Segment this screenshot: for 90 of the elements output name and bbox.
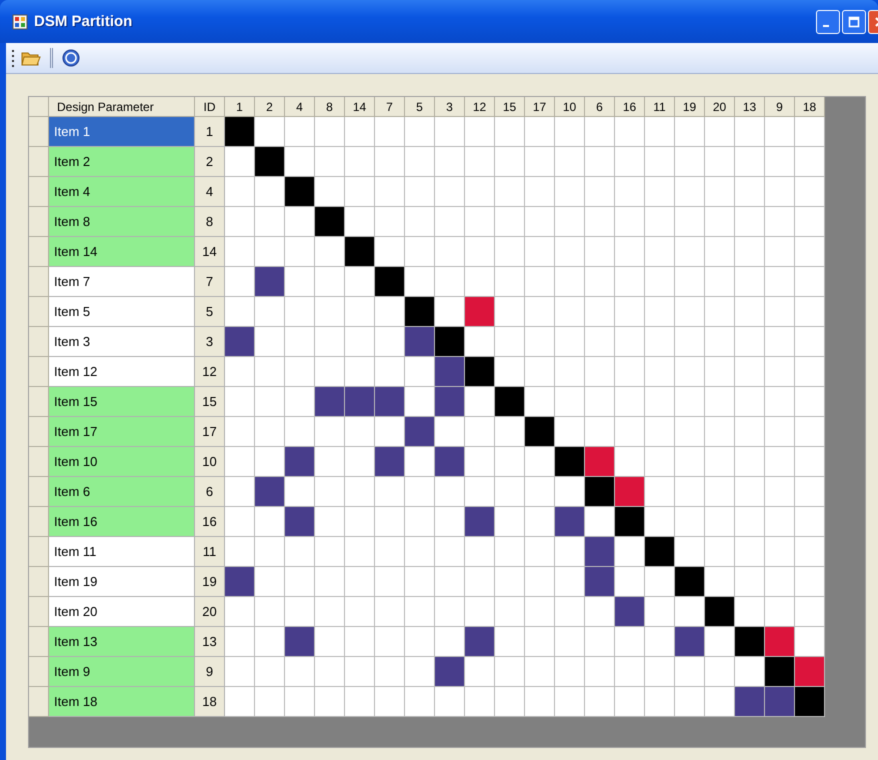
column-header[interactable]: 4 bbox=[285, 97, 315, 117]
table-cell: 16 bbox=[195, 507, 225, 537]
column-header[interactable]: 20 bbox=[705, 97, 735, 117]
row-header[interactable] bbox=[29, 627, 49, 657]
table-cell[interactable]: Item 2 bbox=[49, 147, 195, 177]
table-cell[interactable]: Item 5 bbox=[49, 297, 195, 327]
column-header[interactable]: Design Parameter bbox=[49, 97, 195, 117]
row-header[interactable] bbox=[29, 447, 49, 477]
table-cell[interactable]: Item 1 bbox=[49, 117, 195, 147]
table-cell: 6 bbox=[195, 477, 225, 507]
column-header[interactable]: 2 bbox=[255, 97, 285, 117]
row-header[interactable] bbox=[29, 297, 49, 327]
minimize-button[interactable] bbox=[816, 10, 840, 34]
table-cell: 18 bbox=[195, 687, 225, 717]
table-cell[interactable]: Item 14 bbox=[49, 237, 195, 267]
row-header[interactable] bbox=[29, 207, 49, 237]
column-header[interactable]: 9 bbox=[765, 97, 795, 117]
row-header[interactable] bbox=[29, 567, 49, 597]
table-cell: 20 bbox=[195, 597, 225, 627]
table-cell[interactable]: Item 17 bbox=[49, 417, 195, 447]
column-header[interactable]: 14 bbox=[345, 97, 375, 117]
table-cell: 11 bbox=[195, 537, 225, 567]
table-cell[interactable]: Item 10 bbox=[49, 447, 195, 477]
table-cell: 15 bbox=[195, 387, 225, 417]
column-header[interactable]: 12 bbox=[465, 97, 495, 117]
table-cell: 3 bbox=[195, 327, 225, 357]
table-cell: 9 bbox=[195, 657, 225, 687]
row-header[interactable] bbox=[29, 657, 49, 687]
column-header[interactable]: 8 bbox=[315, 97, 345, 117]
row-header[interactable] bbox=[29, 177, 49, 207]
corner-header[interactable] bbox=[29, 97, 49, 117]
window-title: DSM Partition bbox=[34, 13, 134, 30]
column-header[interactable]: 6 bbox=[585, 97, 615, 117]
maximize-icon bbox=[848, 16, 860, 28]
table-cell: 2 bbox=[195, 147, 225, 177]
column-header[interactable]: 10 bbox=[555, 97, 585, 117]
row-header[interactable] bbox=[29, 327, 49, 357]
maximize-button[interactable] bbox=[842, 10, 866, 34]
table-cell: 17 bbox=[195, 417, 225, 447]
table-cell: 5 bbox=[195, 297, 225, 327]
row-header[interactable] bbox=[29, 267, 49, 297]
minimize-icon bbox=[823, 24, 829, 27]
column-header[interactable]: 5 bbox=[405, 97, 435, 117]
row-header[interactable] bbox=[29, 417, 49, 447]
row-header[interactable] bbox=[29, 357, 49, 387]
table-cell: 1 bbox=[195, 117, 225, 147]
table-cell[interactable]: Item 13 bbox=[49, 627, 195, 657]
column-header[interactable]: 19 bbox=[675, 97, 705, 117]
column-header[interactable]: 1 bbox=[225, 97, 255, 117]
table-cell[interactable]: Item 3 bbox=[49, 327, 195, 357]
grip-icon bbox=[12, 49, 15, 68]
table-cell: 7 bbox=[195, 267, 225, 297]
table-cell[interactable]: Item 4 bbox=[49, 177, 195, 207]
table-cell[interactable]: Item 11 bbox=[49, 537, 195, 567]
row-header[interactable] bbox=[29, 687, 49, 717]
row-header[interactable] bbox=[29, 117, 49, 147]
table-cell[interactable]: Item 9 bbox=[49, 657, 195, 687]
table-cell[interactable]: Item 15 bbox=[49, 387, 195, 417]
app-icon bbox=[12, 14, 28, 30]
column-header[interactable]: ID bbox=[195, 97, 225, 117]
column-header[interactable]: 13 bbox=[735, 97, 765, 117]
table-cell[interactable]: Item 12 bbox=[49, 357, 195, 387]
row-header[interactable] bbox=[29, 597, 49, 627]
column-header[interactable]: 3 bbox=[435, 97, 465, 117]
row-header[interactable] bbox=[29, 507, 49, 537]
table-cell[interactable]: Item 20 bbox=[49, 597, 195, 627]
row-header[interactable] bbox=[29, 477, 49, 507]
row-header[interactable] bbox=[29, 537, 49, 567]
column-header[interactable]: 17 bbox=[525, 97, 555, 117]
column-header[interactable]: 16 bbox=[615, 97, 645, 117]
column-header[interactable]: 18 bbox=[795, 97, 825, 117]
table-cell[interactable]: Item 18 bbox=[49, 687, 195, 717]
column-header[interactable]: 11 bbox=[645, 97, 675, 117]
table-cell: 19 bbox=[195, 567, 225, 597]
column-header[interactable]: 15 bbox=[495, 97, 525, 117]
table-cell: 13 bbox=[195, 627, 225, 657]
table-cell: 10 bbox=[195, 447, 225, 477]
table-cell[interactable]: Item 7 bbox=[49, 267, 195, 297]
table-cell: 14 bbox=[195, 237, 225, 267]
column-header[interactable]: 7 bbox=[375, 97, 405, 117]
row-header[interactable] bbox=[29, 237, 49, 267]
table-cell[interactable]: Item 19 bbox=[49, 567, 195, 597]
table-cell[interactable]: Item 16 bbox=[49, 507, 195, 537]
table-cell: 12 bbox=[195, 357, 225, 387]
table-cell: 4 bbox=[195, 177, 225, 207]
row-header[interactable] bbox=[29, 387, 49, 417]
table-cell: 8 bbox=[195, 207, 225, 237]
table-cell[interactable]: Item 8 bbox=[49, 207, 195, 237]
row-header[interactable] bbox=[29, 147, 49, 177]
table-cell[interactable]: Item 6 bbox=[49, 477, 195, 507]
